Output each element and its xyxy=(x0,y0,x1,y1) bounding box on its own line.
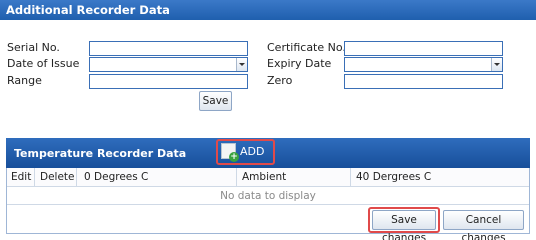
column-header-0-degrees[interactable]: 0 Degrees C xyxy=(80,168,148,187)
column-divider xyxy=(236,168,237,187)
empty-data-message: No data to display xyxy=(7,187,529,205)
zero-input[interactable] xyxy=(344,74,503,89)
column-header-delete[interactable]: Delete xyxy=(36,168,75,187)
column-header-ambient[interactable]: Ambient xyxy=(238,168,286,187)
certificate-no-label: Certificate No. xyxy=(267,41,346,54)
column-divider xyxy=(76,168,77,187)
save-changes-highlight-box xyxy=(368,207,440,233)
serial-no-input[interactable] xyxy=(89,41,248,56)
certificate-no-input[interactable] xyxy=(344,41,503,56)
recorder-panel-title: Additional Recorder Data xyxy=(0,0,536,20)
serial-no-label: Serial No. xyxy=(7,41,60,54)
save-button[interactable]: Save xyxy=(199,91,232,111)
temperature-grid-title: Temperature Recorder Data xyxy=(14,147,187,160)
date-of-issue-input[interactable] xyxy=(89,57,248,72)
chevron-down-icon[interactable] xyxy=(491,58,502,71)
chevron-down-icon[interactable] xyxy=(236,58,247,71)
column-divider xyxy=(34,168,35,187)
zero-label: Zero xyxy=(267,74,293,87)
add-highlight-box xyxy=(216,139,275,165)
expiry-date-label: Expiry Date xyxy=(267,57,332,70)
date-of-issue-label: Date of Issue xyxy=(7,57,80,70)
range-label: Range xyxy=(7,74,42,87)
cancel-changes-button[interactable]: Cancel changes xyxy=(443,210,524,240)
expiry-date-input[interactable] xyxy=(344,57,503,72)
column-divider xyxy=(350,168,351,187)
range-input[interactable] xyxy=(89,74,248,89)
column-header-edit[interactable]: Edit xyxy=(7,168,31,187)
column-header-40-degrees[interactable]: 40 Dergrees C xyxy=(352,168,431,187)
